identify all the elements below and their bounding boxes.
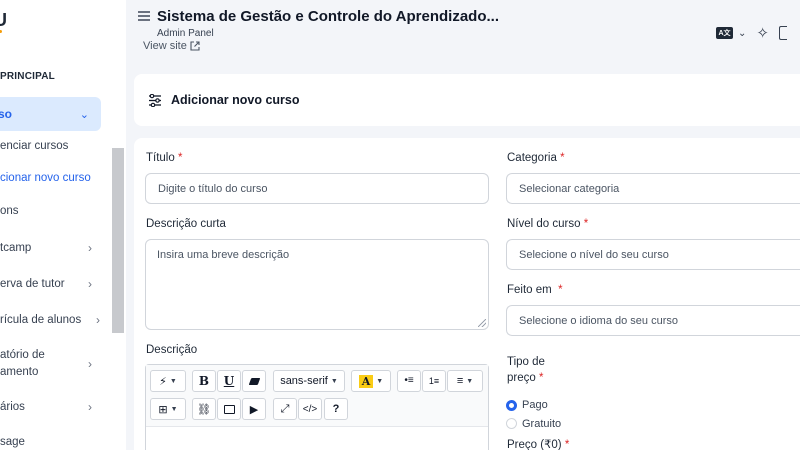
font-family-select[interactable]: sans-serif ▼ xyxy=(273,370,345,392)
image-button[interactable] xyxy=(217,398,241,420)
underline-icon: U xyxy=(223,374,235,388)
descricao-label: Descrição xyxy=(146,344,198,356)
help-button[interactable]: ? xyxy=(324,398,348,420)
card-title: Adicionar novo curso xyxy=(171,93,300,107)
nivel-label: Nível do curso * xyxy=(507,218,589,230)
align-left-icon: ≡ xyxy=(456,375,464,387)
page-title: Sistema de Gestão e Controle do Aprendiz… xyxy=(157,8,500,25)
code-view-button[interactable]: </> xyxy=(298,398,322,420)
sidebar-item-curso[interactable]: so ⌄ xyxy=(0,97,101,131)
sidebar-subitem-adicionar-novo-curso[interactable]: cionar novo curso xyxy=(0,172,91,184)
titulo-input[interactable]: Digite o título do curso xyxy=(145,173,489,204)
code-icon: </> xyxy=(302,403,318,415)
header-actions: A文 ⌄ ✧ xyxy=(716,24,787,42)
chevron-right-icon: › xyxy=(88,400,92,414)
link-button[interactable]: ⛓ xyxy=(192,398,216,420)
categoria-label: Categoria * xyxy=(507,152,565,164)
card-header: Adicionar novo curso xyxy=(134,74,800,126)
editor-toolbar: ⚡ ▼ B U sans-serif ▼ A ▼ •≡ 1≡ ≡ ▼ ⊞ ▼ ⛓ ▶ ⤢ … xyxy=(146,365,488,427)
magic-wand-icon: ⚡ xyxy=(159,375,167,388)
sliders-icon xyxy=(149,93,161,107)
nivel-select[interactable]: Selecione o nível do seu curso xyxy=(506,239,800,270)
feito-em-label: Feito em * xyxy=(507,284,563,296)
sidebar-item-label: so xyxy=(0,107,13,121)
sidebar-item-label: tcamp xyxy=(0,242,32,254)
sidebar-item-label: erva de tutor xyxy=(0,278,65,290)
sidebar-item-label: ários xyxy=(0,401,25,413)
sidebar: U PRINCIPAL so ⌄ enciar cursos cionar no… xyxy=(0,0,126,450)
radio-gratuito[interactable] xyxy=(506,418,517,429)
idioma-select[interactable]: Selecione o idioma do seu curso xyxy=(506,305,800,336)
brand-logo[interactable]: U xyxy=(0,10,7,33)
sidebar-item-matricula-de-alunos[interactable]: rícula de alunos › xyxy=(0,313,100,327)
language-selector[interactable]: A文 ⌄ xyxy=(716,27,746,39)
paragraph-align-button[interactable]: ≡ ▼ xyxy=(447,370,483,392)
sidebar-item-relatorio-de-pagamento[interactable]: atório de amento › xyxy=(0,347,92,381)
chevron-down-icon: ⌄ xyxy=(79,108,89,121)
resize-handle-icon[interactable] xyxy=(478,319,486,327)
eraser-icon xyxy=(248,377,260,385)
expand-icon: ⤢ xyxy=(280,402,290,415)
chevron-right-icon: › xyxy=(88,277,92,291)
page-subtitle: Admin Panel xyxy=(157,28,214,39)
sidebar-scrollbar[interactable] xyxy=(112,148,124,333)
sidebar-item-label: rícula de alunos xyxy=(0,314,82,326)
text-color-button[interactable]: A ▼ xyxy=(351,370,391,392)
sidebar-item-label: atório de amento xyxy=(0,349,45,378)
eraser-button[interactable] xyxy=(242,370,266,392)
table-button[interactable]: ⊞ ▼ xyxy=(150,398,186,420)
bold-button[interactable]: B xyxy=(192,370,216,392)
fullscreen-button[interactable]: ⤢ xyxy=(273,398,297,420)
link-icon: ⛓ xyxy=(197,403,211,416)
descricao-curta-textarea[interactable]: Insira uma breve descrição xyxy=(145,239,489,330)
chevron-right-icon: › xyxy=(88,357,92,371)
sidebar-item-reserva-de-tutor[interactable]: erva de tutor › xyxy=(0,277,92,291)
bold-icon: B xyxy=(198,374,210,388)
highlight-icon: A xyxy=(358,374,374,388)
view-site-label: View site xyxy=(143,40,187,52)
image-icon xyxy=(223,404,235,414)
chevron-down-icon: ⌄ xyxy=(738,27,747,39)
preco-label: Preço (₹0) * xyxy=(507,439,570,450)
tipo-preco-label: Tipo de preço * xyxy=(507,356,545,384)
sparkles-icon[interactable]: ✧ xyxy=(756,24,769,42)
magic-style-button[interactable]: ⚡ ▼ xyxy=(150,370,186,392)
sidebar-item-label: sage xyxy=(0,436,25,448)
table-icon: ⊞ xyxy=(158,403,168,416)
sidebar-item-message[interactable]: sage xyxy=(0,436,92,448)
sidebar-item-bootcamp[interactable]: tcamp › xyxy=(0,241,92,255)
radio-gratuito-label[interactable]: Gratuito xyxy=(522,418,561,430)
ordered-list-button[interactable]: 1≡ xyxy=(422,370,446,392)
list-ol-icon: 1≡ xyxy=(428,376,440,386)
sidebar-subitem-coupons[interactable]: ons xyxy=(0,205,19,217)
sidebar-item-usuarios[interactable]: ários › xyxy=(0,400,92,414)
translate-icon: A文 xyxy=(716,27,733,39)
radio-pago[interactable] xyxy=(506,400,517,411)
titulo-label: Título * xyxy=(146,152,183,164)
categoria-select[interactable]: Selecionar categoria xyxy=(506,173,800,204)
chevron-right-icon: › xyxy=(88,241,92,255)
font-family-value: sans-serif xyxy=(280,375,328,387)
window-icon[interactable] xyxy=(778,26,787,40)
radio-pago-label[interactable]: Pago xyxy=(522,399,548,411)
menu-icon[interactable] xyxy=(138,11,150,21)
logo-text: U xyxy=(0,10,7,30)
sidebar-subitem-gerenciar-cursos[interactable]: enciar cursos xyxy=(0,140,68,152)
sidebar-section-label: PRINCIPAL xyxy=(0,71,55,82)
external-link-icon xyxy=(190,41,200,51)
list-ul-icon: •≡ xyxy=(404,375,414,386)
textarea-placeholder: Insira uma breve descrição xyxy=(157,249,290,261)
underline-button[interactable]: U xyxy=(217,370,241,392)
rich-text-editor[interactable]: ⚡ ▼ B U sans-serif ▼ A ▼ •≡ 1≡ ≡ ▼ ⊞ ▼ ⛓ ▶ ⤢ … xyxy=(145,364,489,450)
descricao-curta-label: Descrição curta xyxy=(146,218,226,230)
question-icon: ? xyxy=(332,403,340,415)
chevron-right-icon: › xyxy=(96,313,100,327)
bullet-list-button[interactable]: •≡ xyxy=(397,370,421,392)
video-button[interactable]: ▶ xyxy=(242,398,266,420)
view-site-link[interactable]: View site xyxy=(143,40,200,52)
video-icon: ▶ xyxy=(249,403,259,416)
